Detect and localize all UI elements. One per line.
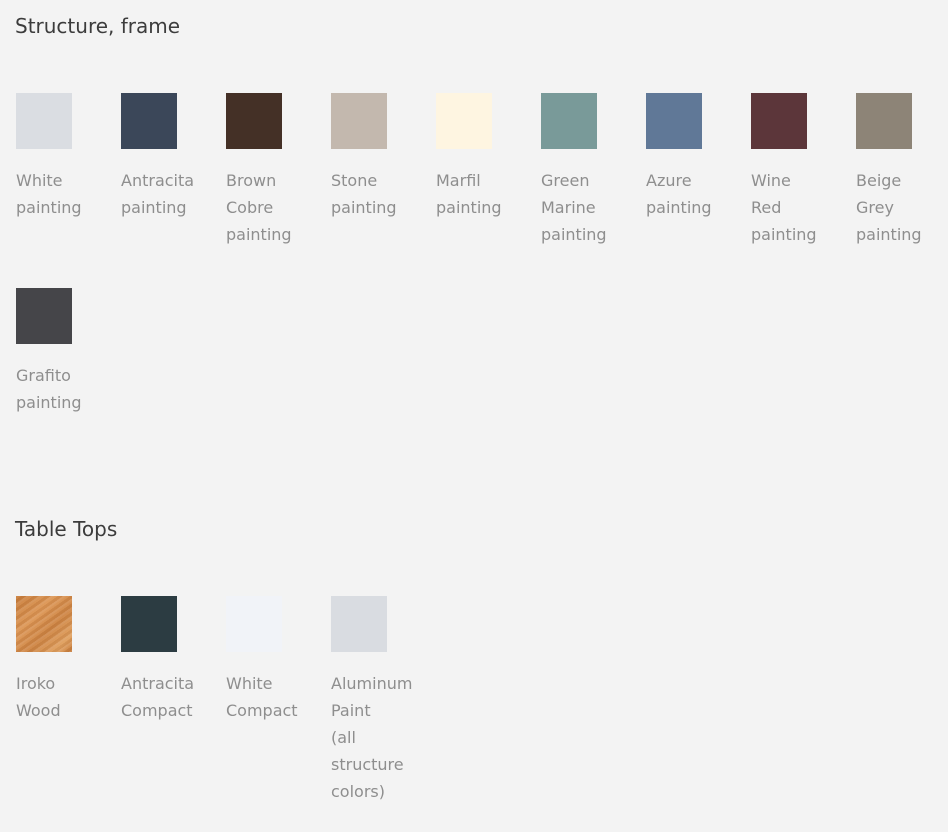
swatch-grafito-painting[interactable]: Grafito painting: [16, 288, 82, 416]
swatch-azure-painting[interactable]: Azure painting: [646, 93, 712, 221]
color-chip[interactable]: [856, 93, 912, 149]
swatch-green-marine-painting[interactable]: Green Marine painting: [541, 93, 607, 248]
swatch-white-compact[interactable]: White Compact: [226, 596, 298, 724]
swatch-antracita-compact[interactable]: Antracita Compact: [121, 596, 194, 724]
swatch-label: White painting: [16, 171, 82, 217]
color-chip[interactable]: [16, 93, 72, 149]
swatch-aluminum-paint-all-structure-colors[interactable]: Aluminum Paint (all structure colors): [331, 596, 412, 805]
swatch-label: Azure painting: [646, 171, 712, 217]
color-chip[interactable]: [331, 596, 387, 652]
color-chip[interactable]: [121, 596, 177, 652]
swatch-label: Wine Red painting: [751, 171, 817, 244]
swatch-brown-cobre-painting[interactable]: Brown Cobre painting: [226, 93, 292, 248]
color-chip[interactable]: [436, 93, 492, 149]
color-chip[interactable]: [16, 596, 72, 652]
swatch-marfil-painting[interactable]: Marfil painting: [436, 93, 502, 221]
swatch-white-painting[interactable]: White painting: [16, 93, 82, 221]
swatch-label: Beige Grey painting: [856, 171, 922, 244]
swatch-label: Antracita Compact: [121, 674, 195, 720]
section-title-structure-frame: Structure, frame: [15, 14, 181, 38]
swatch-label: Marfil painting: [436, 171, 502, 217]
color-chip[interactable]: [751, 93, 807, 149]
swatch-iroko-wood[interactable]: Iroko Wood: [16, 596, 72, 724]
swatch-label: White Compact: [226, 674, 298, 720]
color-chip[interactable]: [541, 93, 597, 149]
section-title-table-tops: Table Tops: [15, 517, 118, 541]
swatch-wine-red-painting[interactable]: Wine Red painting: [751, 93, 817, 248]
swatch-label: Iroko Wood: [16, 674, 61, 720]
structure-frame-swatch-grid: White painting Antracita painting Brown Co…: [16, 93, 948, 416]
swatch-label: Brown Cobre painting: [226, 171, 292, 244]
color-chip[interactable]: [121, 93, 177, 149]
color-chip[interactable]: [331, 93, 387, 149]
swatch-label: Grafito painting: [16, 366, 82, 412]
swatch-label: Antracita painting: [121, 171, 195, 217]
color-chip[interactable]: [646, 93, 702, 149]
color-chip[interactable]: [226, 596, 282, 652]
color-chip[interactable]: [16, 288, 72, 344]
swatch-label: Stone painting: [331, 171, 397, 217]
swatch-antracita-painting[interactable]: Antracita painting: [121, 93, 194, 221]
table-tops-swatch-grid: Iroko Wood Antracita Compact White Compact…: [16, 596, 948, 805]
swatch-stone-painting[interactable]: Stone painting: [331, 93, 397, 221]
swatch-label: Green Marine painting: [541, 171, 607, 244]
swatch-label: Aluminum Paint (all structure colors): [331, 674, 413, 801]
swatch-beige-grey-painting[interactable]: Beige Grey painting: [856, 93, 922, 248]
color-chip[interactable]: [226, 93, 282, 149]
